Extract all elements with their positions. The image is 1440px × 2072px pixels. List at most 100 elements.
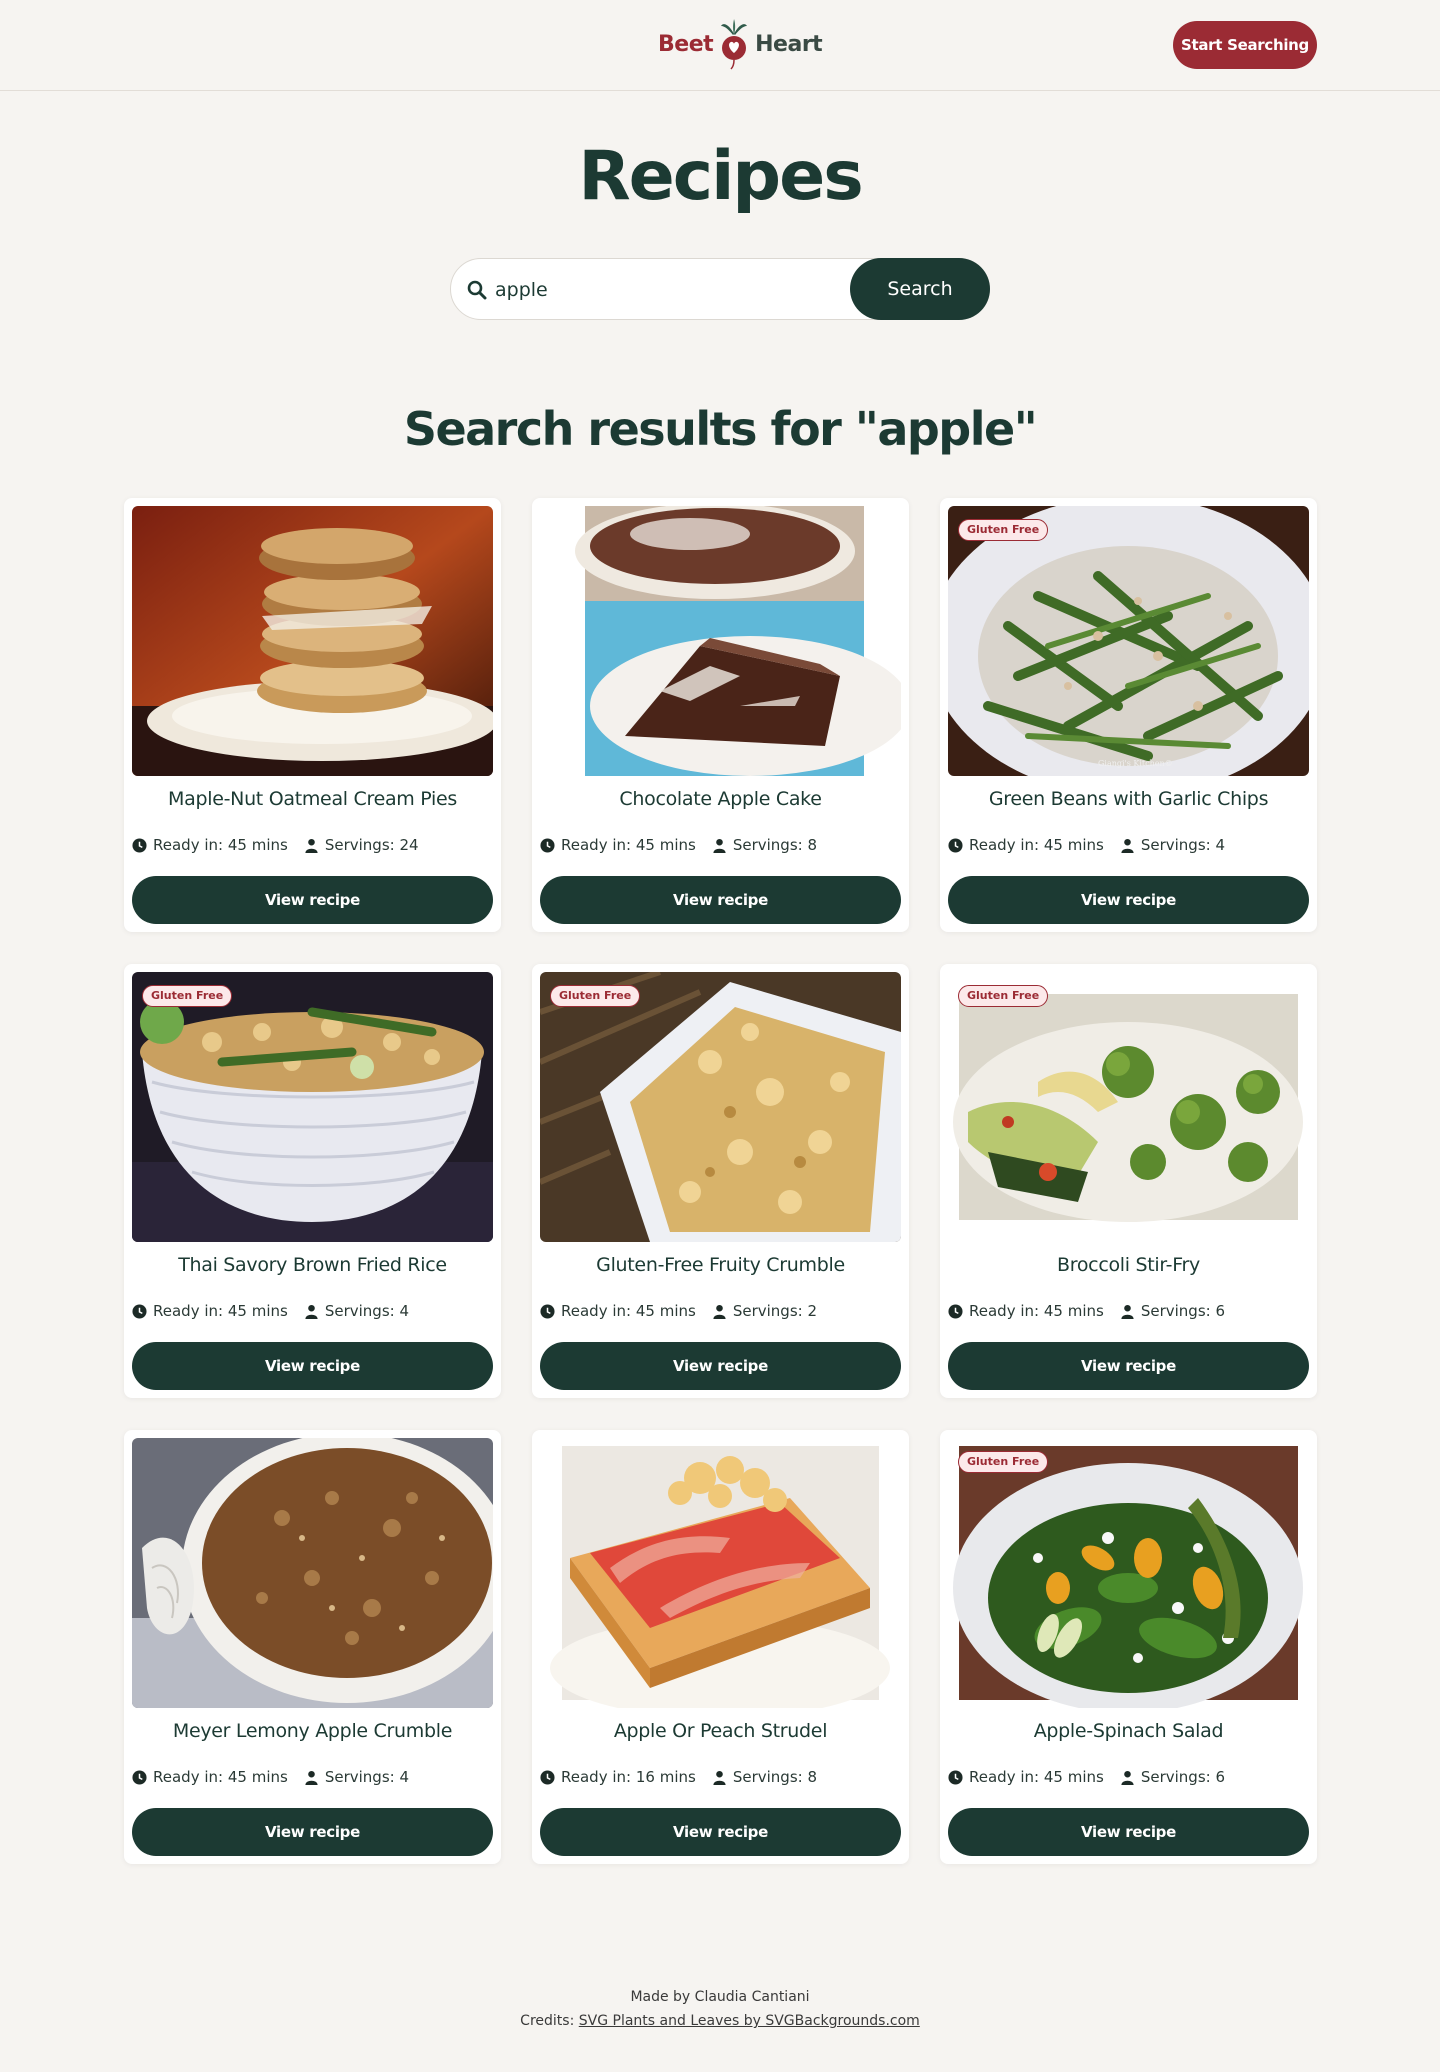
person-icon xyxy=(305,1304,318,1319)
view-recipe-button[interactable]: View recipe xyxy=(540,1342,901,1390)
servings-label: Servings: xyxy=(732,1302,803,1320)
beet-heart-logo[interactable]: Beet Heart xyxy=(658,18,823,70)
recipe-meta: Ready in: 45 mins Servings: 2 xyxy=(540,1301,817,1321)
ready-time: 16 mins xyxy=(635,1768,696,1786)
clock-icon xyxy=(132,1769,147,1785)
recipe-image-stacked-cookie-pies[interactable] xyxy=(132,506,493,776)
credits-label: Credits: xyxy=(520,2013,575,2029)
ready-label: Ready in: xyxy=(969,1768,1040,1786)
person-icon xyxy=(305,1770,318,1785)
person-icon xyxy=(1121,1304,1134,1319)
ready-label: Ready in: xyxy=(153,836,224,854)
recipe-card: Gluten Free Broccoli Stir-Fry Ready in: … xyxy=(940,964,1317,1398)
ready-time: 45 mins xyxy=(227,836,288,854)
results-heading: Search results for "apple" xyxy=(403,402,1038,456)
image-watermark: Giangi's Kitchen© xyxy=(1098,759,1173,768)
person-icon xyxy=(713,1770,726,1785)
credits-link[interactable]: SVG Plants and Leaves by SVGBackgrounds.… xyxy=(579,2013,920,2029)
recipe-meta: Ready in: 45 mins Servings: 4 xyxy=(132,1301,409,1321)
recipe-title[interactable]: Apple-Spinach Salad xyxy=(940,1720,1317,1742)
gluten-free-badge: Gluten Free xyxy=(550,985,641,1007)
recipe-card: Chocolate Apple Cake Ready in: 45 mins S… xyxy=(532,498,909,932)
recipe-title[interactable]: Meyer Lemony Apple Crumble xyxy=(124,1720,501,1742)
ready-time: 45 mins xyxy=(1043,1302,1104,1320)
clock-icon xyxy=(540,837,555,853)
gluten-free-badge: Gluten Free xyxy=(958,1451,1049,1473)
servings-label: Servings: xyxy=(732,1768,803,1786)
footer: Made by Claudia Cantiani Credits: SVG Pl… xyxy=(0,1985,1440,2033)
search-bar: Search xyxy=(450,258,990,320)
recipe-image-fried-rice-bowl[interactable]: Gluten Free xyxy=(132,972,493,1242)
recipe-image-broccoli-stir-fry[interactable]: Gluten Free xyxy=(948,972,1309,1242)
view-recipe-button[interactable]: View recipe xyxy=(948,1808,1309,1856)
recipe-card: Gluten Free Apple-Spinach Salad Ready in… xyxy=(940,1430,1317,1864)
person-icon xyxy=(305,838,318,853)
servings-label: Servings: xyxy=(1140,836,1211,854)
recipe-title[interactable]: Broccoli Stir-Fry xyxy=(940,1254,1317,1276)
ready-time: 45 mins xyxy=(635,1302,696,1320)
ready-time: 45 mins xyxy=(1043,1768,1104,1786)
recipe-image-spinach-salad-plate[interactable]: Gluten Free xyxy=(948,1438,1309,1708)
recipe-title[interactable]: Apple Or Peach Strudel xyxy=(532,1720,909,1742)
recipe-card: Gluten Free Gluten-Free Fruity Crumble R… xyxy=(532,964,909,1398)
gluten-free-badge: Gluten Free xyxy=(142,985,233,1007)
logo-text-beet: Beet xyxy=(658,31,714,57)
recipe-image-fruit-tart-slice[interactable] xyxy=(540,1438,901,1708)
servings-count: 4 xyxy=(1215,836,1226,854)
search-input[interactable] xyxy=(495,271,875,309)
view-recipe-button[interactable]: View recipe xyxy=(132,1808,493,1856)
recipe-title[interactable]: Chocolate Apple Cake xyxy=(532,788,909,810)
beet-heart-icon xyxy=(721,19,748,70)
recipe-image-crumble-dish[interactable]: Gluten Free xyxy=(540,972,901,1242)
recipe-meta: Ready in: 45 mins Servings: 4 xyxy=(948,835,1225,855)
clock-icon xyxy=(132,1303,147,1319)
servings-label: Servings: xyxy=(732,836,803,854)
person-icon xyxy=(713,1304,726,1319)
servings-label: Servings: xyxy=(324,836,395,854)
ready-time: 45 mins xyxy=(227,1768,288,1786)
recipe-meta: Ready in: 45 mins Servings: 24 xyxy=(132,835,419,855)
recipe-meta: Ready in: 45 mins Servings: 8 xyxy=(540,835,817,855)
clock-icon xyxy=(132,837,147,853)
recipe-image-green-beans-bowl[interactable]: Giangi's Kitchen© Gluten Free xyxy=(948,506,1309,776)
ready-time: 45 mins xyxy=(1043,836,1104,854)
gluten-free-badge: Gluten Free xyxy=(958,985,1049,1007)
top-navbar: Beet Heart Start Searching xyxy=(0,0,1440,91)
person-icon xyxy=(713,838,726,853)
servings-count: 4 xyxy=(399,1768,410,1786)
view-recipe-button[interactable]: View recipe xyxy=(948,876,1309,924)
clock-icon xyxy=(948,837,963,853)
recipe-title[interactable]: Gluten-Free Fruity Crumble xyxy=(532,1254,909,1276)
servings-count: 4 xyxy=(399,1302,410,1320)
servings-count: 2 xyxy=(807,1302,818,1320)
recipe-title[interactable]: Maple-Nut Oatmeal Cream Pies xyxy=(124,788,501,810)
view-recipe-button[interactable]: View recipe xyxy=(132,876,493,924)
search-button[interactable]: Search xyxy=(850,258,990,320)
ready-label: Ready in: xyxy=(561,836,632,854)
recipe-card: Apple Or Peach Strudel Ready in: 16 mins… xyxy=(532,1430,909,1864)
view-recipe-button[interactable]: View recipe xyxy=(948,1342,1309,1390)
view-recipe-button[interactable]: View recipe xyxy=(540,1808,901,1856)
recipe-meta: Ready in: 45 mins Servings: 4 xyxy=(132,1767,409,1787)
servings-count: 8 xyxy=(807,1768,818,1786)
recipe-grid: Maple-Nut Oatmeal Cream Pies Ready in: 4… xyxy=(124,498,1317,1864)
ready-time: 45 mins xyxy=(227,1302,288,1320)
recipe-image-chocolate-cake-slice[interactable] xyxy=(540,506,901,776)
start-searching-button[interactable]: Start Searching xyxy=(1173,21,1317,69)
clock-icon xyxy=(540,1769,555,1785)
recipe-title[interactable]: Thai Savory Brown Fried Rice xyxy=(124,1254,501,1276)
recipe-title[interactable]: Green Beans with Garlic Chips xyxy=(940,788,1317,810)
recipe-image-oat-crumble-dish[interactable] xyxy=(132,1438,493,1708)
view-recipe-button[interactable]: View recipe xyxy=(132,1342,493,1390)
ready-label: Ready in: xyxy=(153,1302,224,1320)
view-recipe-button[interactable]: View recipe xyxy=(540,876,901,924)
ready-label: Ready in: xyxy=(153,1768,224,1786)
page-title: Recipes xyxy=(578,137,863,216)
servings-count: 6 xyxy=(1215,1302,1226,1320)
servings-label: Servings: xyxy=(1140,1302,1211,1320)
servings-label: Servings: xyxy=(1140,1768,1211,1786)
footer-credits: Credits: SVG Plants and Leaves by SVGBac… xyxy=(0,2009,1440,2033)
gluten-free-badge: Gluten Free xyxy=(958,519,1049,541)
recipe-meta: Ready in: 45 mins Servings: 6 xyxy=(948,1767,1225,1787)
ready-label: Ready in: xyxy=(561,1302,632,1320)
